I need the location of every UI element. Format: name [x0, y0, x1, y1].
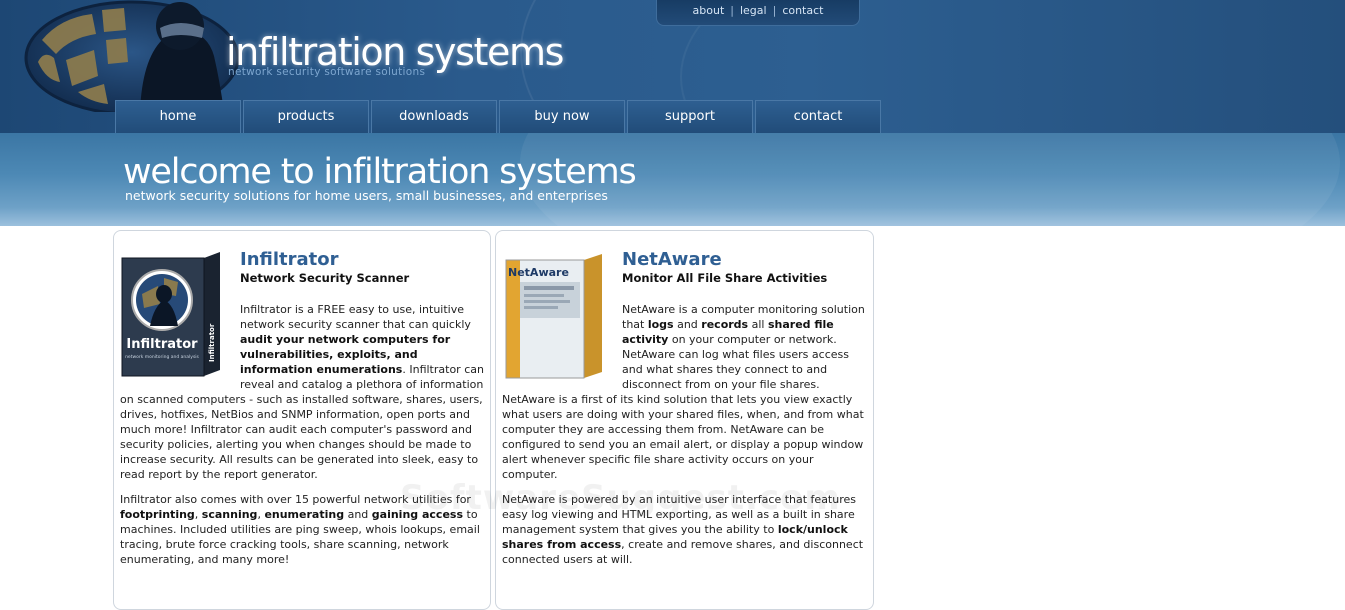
main-nav: home products downloads buy now support …: [115, 100, 883, 133]
banner-title: welcome to infiltration systems: [123, 152, 637, 192]
netaware-box-label: NetAware: [508, 266, 569, 279]
legal-link[interactable]: legal: [740, 4, 767, 17]
site-header: infiltration systems network security so…: [0, 0, 1345, 133]
banner-decoration: [520, 133, 1340, 226]
logo-emblem-icon: [24, 0, 240, 112]
separator: |: [730, 4, 734, 17]
infiltrator-box-spine: Infiltrator: [208, 323, 216, 362]
site-tagline: network security software solutions: [228, 66, 426, 78]
infiltrator-box-sub: network monitoring and analysis: [125, 354, 199, 360]
nav-products[interactable]: products: [243, 100, 369, 133]
banner-subtitle: network security solutions for home user…: [125, 188, 608, 203]
netaware-panel: NetAware NetAware Monitor All File Share…: [495, 230, 874, 610]
netaware-box-art[interactable]: NetAware: [502, 250, 616, 382]
infiltrator-box-art[interactable]: Infiltrator network monitoring and analy…: [120, 250, 234, 380]
nav-downloads[interactable]: downloads: [371, 100, 497, 133]
about-link[interactable]: about: [693, 4, 725, 17]
welcome-banner: welcome to infiltration systems network …: [0, 133, 1345, 226]
separator: |: [772, 4, 777, 17]
nav-support[interactable]: support: [627, 100, 753, 133]
nav-home[interactable]: home: [115, 100, 241, 133]
nav-contact[interactable]: contact: [755, 100, 881, 133]
infiltrator-box-label: Infiltrator: [126, 337, 198, 352]
infiltrator-utilities: Infiltrator also comes with over 15 powe…: [120, 493, 480, 566]
netaware-interface: NetAware is powered by an intuitive user…: [502, 493, 864, 566]
top-links-bar: about | legal | contact: [656, 0, 860, 26]
infiltrator-panel: Infiltrator network monitoring and analy…: [113, 230, 491, 610]
nav-buy-now[interactable]: buy now: [499, 100, 625, 133]
contact-link[interactable]: contact: [782, 4, 823, 17]
